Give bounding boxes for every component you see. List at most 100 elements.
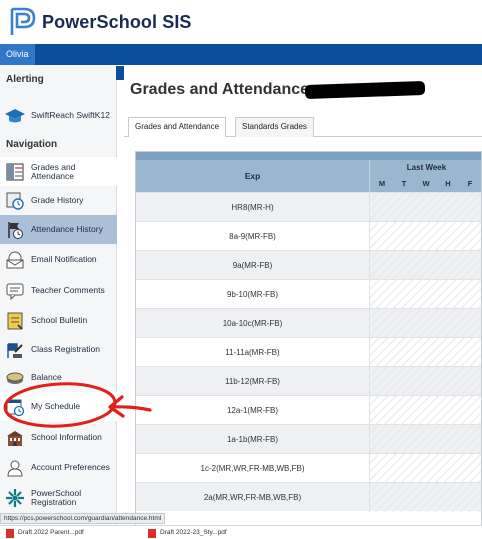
day-header: F	[467, 179, 473, 188]
sidebar-item-label: Balance	[31, 372, 62, 382]
exp-cell: 9b-10(MR-FB)	[226, 290, 279, 299]
column-header-exp[interactable]: Exp	[136, 160, 369, 192]
attendance-flag-icon	[4, 219, 26, 241]
download-item[interactable]: Draft 2022-23_Sty...pdf	[148, 528, 227, 538]
registration-icon	[4, 339, 26, 361]
app-header: PowerSchool SIS	[0, 0, 482, 44]
table-row: 11-11a(MR-FB)	[136, 337, 481, 367]
table-row: 10a-10c(MR-FB)	[136, 308, 481, 338]
account-icon	[4, 457, 26, 479]
sidebar-item-label: School Bulletin	[31, 315, 88, 325]
gradebook-icon	[4, 161, 26, 183]
calendar-icon	[4, 396, 26, 418]
day-header: T	[401, 179, 407, 188]
attendance-cells	[369, 483, 481, 512]
exp-cell: 11-11a(MR-FB)	[225, 348, 280, 357]
graduation-cap-icon	[4, 105, 26, 127]
table-row: 1c-2(MR,WR,FR-MB,WB,FB)	[136, 453, 481, 483]
attendance-cells	[369, 309, 481, 338]
sidebar-item-school-bulletin[interactable]: School Bulletin	[4, 306, 114, 335]
exp-cell: 12a-1(MR-FB)	[226, 406, 279, 415]
tab-grades-and-attendance[interactable]: Grades and Attendance	[128, 117, 227, 137]
school-icon	[4, 427, 26, 449]
sidebar-item-label: Account Preferences	[31, 462, 110, 472]
exp-cell: 10a-10c(MR-FB)	[222, 319, 283, 328]
column-header-last-week: Last Week	[369, 160, 481, 176]
exp-cell: 11b-12(MR-FB)	[225, 377, 280, 386]
coin-icon	[4, 367, 26, 389]
sidebar-item-email-notification[interactable]: Email Notification	[4, 245, 114, 274]
sidebar-item-teacher-comments[interactable]: Teacher Comments	[4, 276, 114, 305]
exp-cell: 9a(MR-FB)	[232, 261, 273, 270]
sidebar-item-powerschool-registration[interactable]: PowerSchool Registration	[4, 483, 114, 512]
table-row: HR8(MR-H)	[136, 192, 481, 222]
sidebar-item-my-schedule[interactable]: My Schedule	[0, 392, 117, 421]
registration-star-icon	[4, 487, 26, 509]
sidebar-item-label: Grade History	[31, 195, 84, 205]
sidebar-item-account-preferences[interactable]: Account Preferences	[4, 453, 114, 482]
exp-cell: 1a-1b(MR-FB)	[226, 435, 279, 444]
sidebar-item-swiftreach[interactable]: SwiftReach SwiftK12	[4, 101, 114, 130]
envelope-icon	[4, 249, 26, 271]
user-bar: Olivia	[0, 44, 482, 65]
download-item[interactable]: Draft 2022 Parent...pdf	[6, 528, 84, 538]
sidebar-item-label: Attendance History	[31, 224, 103, 234]
sidebar-item-label: My Schedule	[31, 401, 81, 411]
sidebar-item-label: SwiftReach SwiftK12	[31, 110, 110, 120]
sidebar-item-label: School Information	[31, 432, 102, 442]
exp-cell: 1c-2(MR,WR,FR-MB,WB,FB)	[200, 464, 305, 473]
sidebar: Alerting SwiftReach SwiftK12 Navigation …	[0, 65, 117, 539]
tab-bar: Grades and Attendance Standards Grades	[124, 117, 482, 137]
sidebar-item-grade-history[interactable]: Grade History	[4, 186, 114, 215]
downloads-bar: Draft 2022 Parent...pdf Draft 2022-23_St…	[0, 525, 482, 539]
attendance-cells	[369, 338, 481, 367]
table-row: 1a-1b(MR-FB)	[136, 424, 481, 454]
pdf-file-icon	[148, 528, 156, 538]
tab-standards-grades[interactable]: Standards Grades	[235, 117, 314, 137]
day-header: M	[378, 179, 386, 188]
app-title: PowerSchool SIS	[42, 12, 192, 32]
day-header: H	[445, 179, 451, 188]
user-name[interactable]: Olivia	[0, 44, 35, 65]
bulletin-icon	[4, 310, 26, 332]
sidebar-item-label: PowerSchool Registration	[31, 487, 82, 507]
day-headers: M T W H F	[369, 176, 481, 192]
table-row: 8a-9(MR-FB)	[136, 221, 481, 251]
exp-cell: 8a-9(MR-FB)	[229, 232, 276, 241]
status-bar-url: https://pcs.powerschool.com/guardian/att…	[0, 513, 166, 524]
exp-cell: 2a(MR,WR,FR-MB,WB,FB)	[203, 493, 302, 502]
sidebar-item-grades-attendance[interactable]: Grades and Attendance	[0, 157, 117, 186]
table-row: 9a(MR-FB)	[136, 250, 481, 280]
sidebar-item-label: Class Registration	[31, 344, 100, 354]
table-header-band	[136, 152, 481, 160]
sidebar-item-label: Grades and Attendance	[31, 161, 76, 181]
history-clock-icon	[4, 190, 26, 212]
attendance-cells	[369, 454, 481, 483]
attendance-cells	[369, 425, 481, 454]
sidebar-item-balance[interactable]: Balance	[4, 363, 114, 392]
sidebar-item-label: Email Notification	[31, 254, 97, 264]
attendance-cells	[369, 222, 481, 251]
alerting-header: Alerting	[6, 74, 44, 85]
attendance-cells	[369, 280, 481, 309]
page-title: Grades and Attendance:	[130, 81, 315, 98]
table-row: 12a-1(MR-FB)	[136, 395, 481, 425]
download-filename: Draft 2022 Parent...pdf	[18, 529, 84, 536]
sidebar-item-class-registration[interactable]: Class Registration	[4, 335, 114, 364]
main-content: Grades and Attendance: Grades and Attend…	[124, 65, 482, 539]
sidebar-item-attendance-history[interactable]: Attendance History	[0, 215, 117, 244]
attendance-cells	[369, 367, 481, 396]
attendance-cells	[369, 396, 481, 425]
attendance-cells	[369, 251, 481, 280]
day-header: W	[422, 179, 430, 188]
comment-icon	[4, 280, 26, 302]
exp-cell: HR8(MR-H)	[231, 203, 274, 212]
attendance-cells	[369, 193, 481, 222]
sidebar-collapse-handle[interactable]	[116, 66, 124, 80]
table-header: Exp Last Week M T W H F	[136, 152, 481, 192]
attendance-table: Exp Last Week M T W H F HR8(MR-H) 8a-9(M…	[135, 151, 482, 539]
pdf-file-icon	[6, 528, 14, 538]
powerschool-logo-icon[interactable]	[8, 7, 38, 37]
table-row: 11b-12(MR-FB)	[136, 366, 481, 396]
sidebar-item-school-information[interactable]: School Information	[4, 423, 114, 452]
